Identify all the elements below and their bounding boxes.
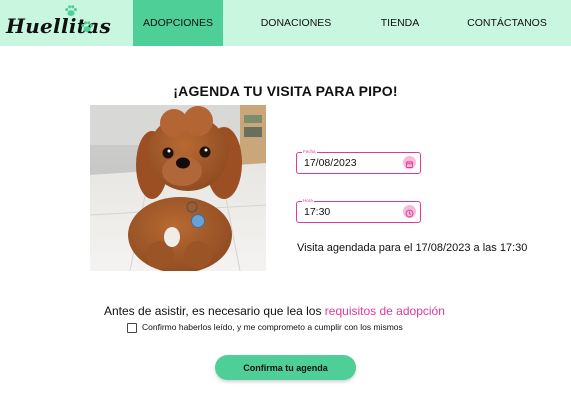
nav-item-contactanos[interactable]: CONTÁCTANOS xyxy=(461,0,553,46)
nav-item-tienda[interactable]: TIENDA xyxy=(360,0,440,46)
paw-icon xyxy=(65,5,77,17)
time-field[interactable]: Hora 17:30 xyxy=(296,197,421,223)
consent-checkbox-label: Confirmo haberlos leído, y me comprometo… xyxy=(142,322,403,332)
requirements-link[interactable]: requisitos de adopción xyxy=(325,304,445,318)
nav-item-adopciones[interactable]: ADOPCIONES xyxy=(133,0,223,46)
requirements-notice: Antes de asistir, es necesario que lea l… xyxy=(104,304,445,318)
date-field-value[interactable]: 17/08/2023 xyxy=(304,157,357,169)
time-field-label: Hora xyxy=(302,197,314,204)
schedule-confirmation-text: Visita agendada para el 17/08/2023 a las… xyxy=(297,242,528,254)
dog-photo xyxy=(90,105,266,271)
requirements-text: Antes de asistir, es necesario que lea l… xyxy=(104,304,325,318)
confirm-schedule-button[interactable]: Confirma tu agenda xyxy=(215,355,356,380)
top-navbar: Huellitas ADOPCIONES DONACIONES TIENDA C… xyxy=(0,0,571,46)
consent-checkbox[interactable] xyxy=(127,323,137,333)
nav-item-donaciones[interactable]: DONACIONES xyxy=(251,0,341,46)
calendar-icon[interactable] xyxy=(403,156,416,169)
date-field[interactable]: Fecha 17/08/2023 xyxy=(296,148,421,174)
brand-name: Huellitas xyxy=(6,14,112,38)
time-field-value[interactable]: 17:30 xyxy=(304,206,330,218)
clock-icon[interactable] xyxy=(403,205,416,218)
date-field-label: Fecha xyxy=(302,148,317,155)
paw-icon xyxy=(81,21,93,33)
page-title: ¡AGENDA TU VISITA PARA PIPO! xyxy=(173,83,398,99)
